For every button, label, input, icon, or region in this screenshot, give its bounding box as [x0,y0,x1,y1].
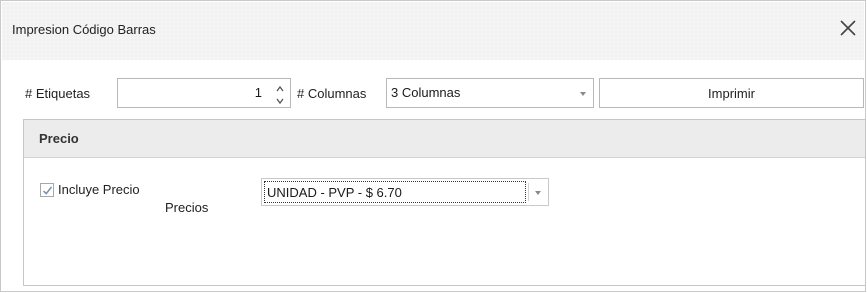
columnas-select[interactable]: 3 Columnas [386,78,594,108]
precios-selected-value[interactable]: UNIDAD - PVP - $ 6.70 [264,181,526,203]
print-button[interactable]: Imprimir [599,78,864,108]
title-bar: Impresion Código Barras [2,2,864,60]
precio-group: Precio Incluye Precio Precios UNIDAD - P… [23,119,866,286]
includes-price-label[interactable]: Incluye Precio [58,182,140,197]
stepper-arrows [274,82,286,105]
chevron-down-icon[interactable] [534,190,542,196]
stepper-down-icon[interactable] [274,94,286,105]
checkmark-icon [42,186,53,195]
columnas-selected-value: 3 Columnas [391,85,461,100]
precio-group-header: Precio [24,120,865,158]
etiquetas-label: # Etiquetas [25,86,91,101]
etiquetas-value[interactable]: 1 [255,85,262,100]
columnas-label: # Columnas [297,86,367,101]
dropdown-divider [528,183,529,201]
precios-label: Precios [165,200,209,215]
precios-select[interactable]: UNIDAD - PVP - $ 6.70 [261,178,549,206]
includes-price-checkbox[interactable] [40,183,54,197]
window-title: Impresion Código Barras [12,22,156,37]
etiquetas-stepper[interactable]: 1 [117,78,291,108]
stepper-up-icon[interactable] [274,82,286,92]
precio-group-title: Precio [39,131,79,146]
close-icon[interactable] [836,16,860,40]
barcode-print-dialog: Impresion Código Barras # Etiquetas 1 # … [0,0,866,292]
chevron-down-icon[interactable] [579,91,587,97]
